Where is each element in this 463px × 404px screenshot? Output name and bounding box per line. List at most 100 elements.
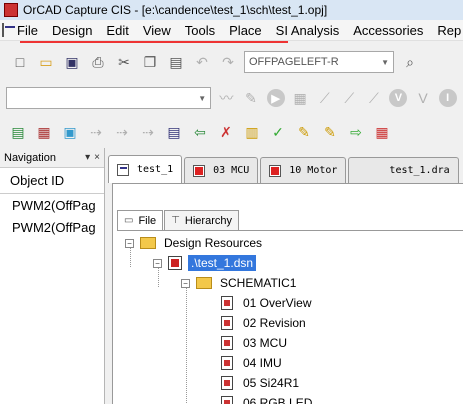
annotate-icon[interactable]: ▤ [164,122,184,142]
page-name-combo-value: OFFPAGELEFT-R [249,56,339,68]
edit-part-icon[interactable]: ✎ [320,122,340,142]
search-icon[interactable]: ⌕ [400,52,420,72]
tree-item-page[interactable]: 06 RGB LED [221,393,312,404]
run-icon[interactable]: ▶ [266,88,285,108]
netlist-icon[interactable]: ▦ [34,122,54,142]
menu-place[interactable]: Place [222,23,269,38]
tab-test-1[interactable]: test_1 [108,155,183,183]
tab-label: File [138,214,157,227]
design-rules-icon[interactable]: ✓ [268,122,288,142]
title-bar: OrCAD Capture CIS - [e:\candence\test_1\… [0,0,463,20]
menu-accessories[interactable]: Accessories [346,23,430,38]
collapse-icon[interactable]: − [181,278,190,288]
redo-icon[interactable]: ↷ [218,52,238,72]
copy-icon[interactable]: ❐ [140,52,160,72]
folder-outline-icon: ▭ [124,215,134,226]
voltage-marker-icon[interactable]: V [389,88,408,108]
tab-file[interactable]: ▭ File [117,210,164,230]
project-manager-icon[interactable]: ▤ [8,122,28,142]
tab-03-mcu[interactable]: 03 MCU [184,157,259,183]
menu-view[interactable]: View [136,23,178,38]
drc-icon[interactable]: ▣ [60,122,80,142]
tree-item-page[interactable]: 05 Si24R1 [221,373,299,393]
property-edit-icon[interactable]: ✎ [294,122,314,142]
schematic-page-icon [221,356,233,370]
orcad-app-icon [4,3,18,17]
tree-item-page[interactable]: 01 OverView [221,293,311,313]
close-icon[interactable]: × [94,152,100,163]
tree-item-schematic[interactable]: − SCHEMATIC1 [181,273,296,293]
voltage-diff-icon[interactable]: V [414,88,433,108]
open-folder-icon[interactable]: ▭ [36,52,56,72]
tree-item-label: 03 MCU [243,336,288,350]
tree-item-label: 01 OverView [243,296,312,310]
tree-item-page[interactable]: 02 Revision [221,313,306,333]
net-alias-icon[interactable]: ⇢ [112,122,132,142]
red-annotation-underline [20,41,288,43]
tab-test-1-dra[interactable]: test_1.dra [348,157,459,183]
project-tree: − Design Resources − .\test_1.dsn − SCHE… [117,230,463,404]
paste-icon[interactable]: ▤ [166,52,186,72]
design-toolbar: ▤ ▦ ▣ ⇢ ⇢ ⇢ ▤ ⇦ ✗ ▥ ✓ ✎ ✎ ⇨ ▦ [0,116,463,148]
tree-item-design-resources[interactable]: − Design Resources [125,233,262,253]
pin-dropdown-icon[interactable]: ▾ [85,152,90,163]
new-file-icon[interactable]: □ [10,52,30,72]
probe-minus-icon[interactable]: ⟋ [365,88,384,108]
tree-item-page[interactable]: 04 IMU [221,353,282,373]
tab-hierarchy[interactable]: ⊤ Hierarchy [164,210,239,230]
collapse-icon[interactable]: − [153,258,162,268]
schematic-page-icon [221,296,233,310]
page-name-combo[interactable]: OFFPAGELEFT-R ▼ [244,51,394,73]
list-item[interactable]: PWM2(OffPag [0,216,104,238]
navigation-header: Navigation ▾ × [0,148,104,168]
part-combo[interactable]: ▼ [6,87,212,109]
page-icon [269,164,282,177]
folder-icon [140,237,156,249]
back-annotate-icon[interactable]: ⇦ [190,122,210,142]
navigation-title: Navigation [4,151,56,164]
menu-si-analysis[interactable]: SI Analysis [269,23,347,38]
tab-10-motor[interactable]: 10 Motor [260,157,347,183]
undo-icon[interactable]: ↶ [192,52,212,72]
cut-icon[interactable]: ✂ [114,52,134,72]
current-marker-icon[interactable]: I [438,88,457,108]
tree-item-design-file[interactable]: − .\test_1.dsn [153,253,257,273]
menu-design[interactable]: Design [45,23,99,38]
print-icon[interactable]: ⎙ [88,52,108,72]
tree-item-label: Design Resources [164,236,263,250]
tree-item-page[interactable]: 03 MCU [221,333,287,353]
view-results-icon[interactable]: ▦ [291,88,310,108]
project-view-tabs: ▭ File ⊤ Hierarchy [117,210,240,230]
schematic-page-icon [221,316,233,330]
folder-icon [196,277,212,289]
tree-item-label: 02 Revision [243,316,306,330]
save-icon[interactable]: ▣ [62,52,82,72]
tab-label: test_1.dra [389,165,450,176]
tree-item-label: 06 RGB LED [243,396,313,404]
cross-reference-icon[interactable]: ✗ [216,122,236,142]
export-icon[interactable]: ⇨ [346,122,366,142]
offpage-icon[interactable]: ⇢ [138,122,158,142]
tab-label: 03 MCU [213,165,250,176]
list-item[interactable]: PWM2(OffPag [0,194,104,216]
menu-file[interactable]: File [10,23,45,38]
page-icon [193,164,206,177]
edit-profile-icon[interactable]: ✎ [242,88,261,108]
object-id-column-header[interactable]: Object ID [0,168,104,194]
menu-tools[interactable]: Tools [178,23,222,38]
bus-icon[interactable]: ⇢ [86,122,106,142]
document-menu-icon[interactable] [2,23,15,37]
probe-plus-icon[interactable]: ⟋ [340,88,359,108]
bill-of-materials-icon[interactable]: ▥ [242,122,262,142]
schematic-page-icon [221,376,233,390]
tab-label: test_1 [137,164,174,175]
tab-label: 10 Motor [289,165,338,176]
schematic-page-icon [221,336,233,350]
menu-edit[interactable]: Edit [99,23,135,38]
delete-grid-icon[interactable]: ▦ [372,122,392,142]
waveform-icon[interactable]: 〰 [217,88,236,108]
tree-item-label: SCHEMATIC1 [220,276,297,290]
menu-reports[interactable]: Rep [430,23,463,38]
probe-icon[interactable]: ⟋ [315,88,334,108]
collapse-icon[interactable]: − [125,238,134,248]
